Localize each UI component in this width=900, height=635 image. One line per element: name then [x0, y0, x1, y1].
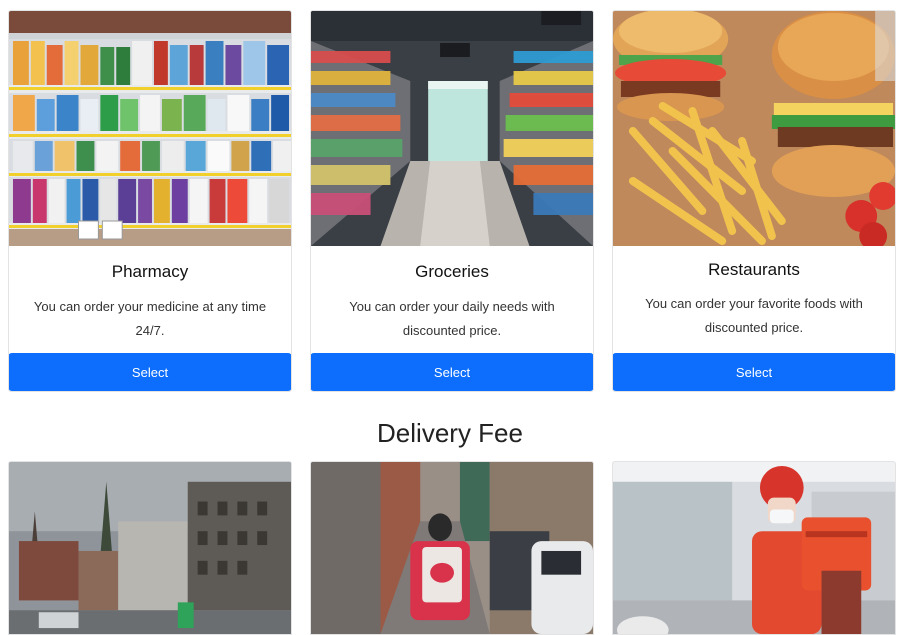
pharmacy-image — [9, 11, 291, 246]
delivery-image-city — [8, 461, 292, 635]
service-title: Groceries — [415, 262, 489, 281]
restaurants-image — [613, 11, 895, 246]
delivery-image-courier — [310, 461, 594, 635]
service-title: Pharmacy — [111, 262, 189, 281]
delivery-fee-heading: Delivery Fee — [377, 418, 523, 448]
groceries-image — [311, 11, 593, 246]
service-title: Restaurants — [708, 260, 800, 279]
select-restaurants-button[interactable]: Select — [613, 353, 895, 391]
service-description: You can order your favorite foods with d… — [645, 296, 863, 335]
service-description: You can order your daily needs with disc… — [349, 299, 555, 338]
select-groceries-button[interactable]: Select — [311, 353, 593, 391]
select-pharmacy-button[interactable]: Select — [9, 353, 291, 391]
service-card-restaurants: Restaurants You can order your favorite … — [612, 10, 896, 392]
delivery-image-rider — [612, 461, 896, 635]
service-description: You can order your medicine at any time … — [33, 299, 267, 338]
service-card-groceries: Groceries You can order your daily needs… — [310, 10, 594, 392]
service-card-pharmacy: Pharmacy You can order your medicine at … — [8, 10, 292, 392]
